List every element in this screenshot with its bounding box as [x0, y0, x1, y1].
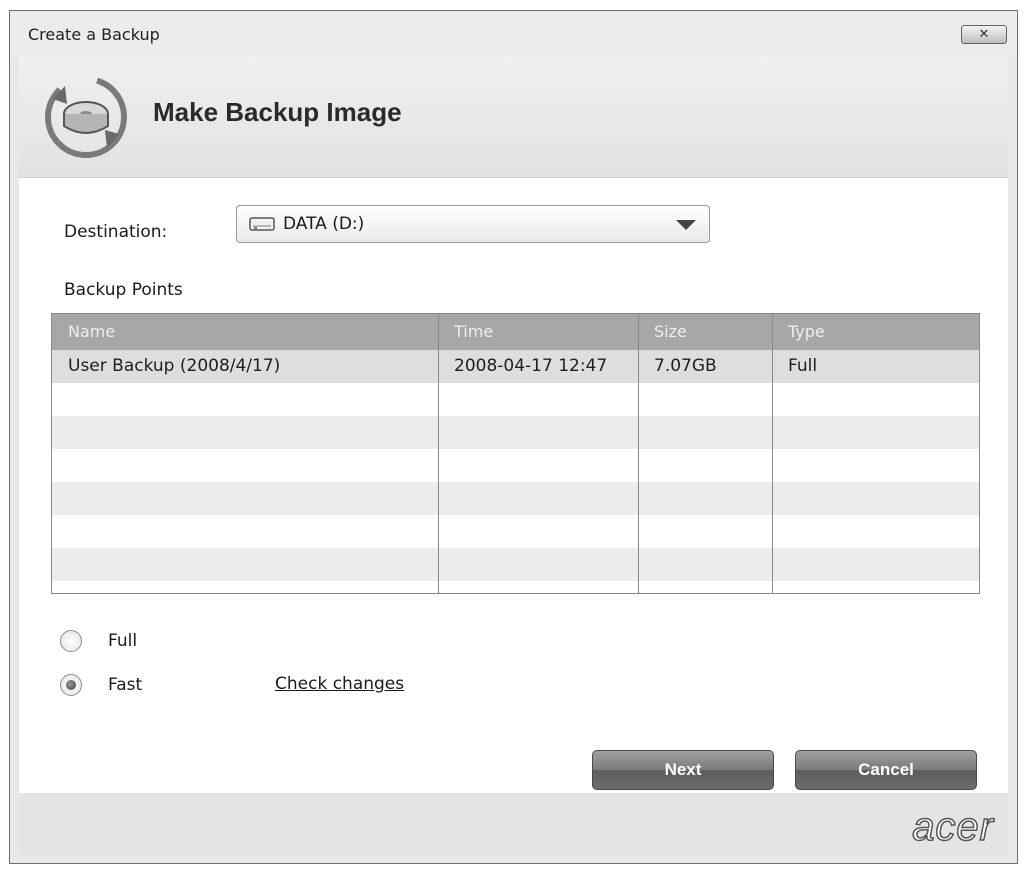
table-header: Name Time Size Type [52, 314, 979, 350]
destination-label: Destination: [64, 222, 168, 242]
empty-row [52, 548, 979, 581]
create-backup-window: Create a Backup ✕ Make Backup Image Dest… [9, 10, 1018, 864]
column-header-name[interactable]: Name [52, 314, 438, 350]
backup-points-table: Name Time Size Type User Backup (2008/4/… [51, 313, 980, 594]
header-band: Make Backup Image [19, 57, 1008, 177]
check-changes-link[interactable]: Check changes [275, 674, 404, 694]
cell-name: User Backup (2008/4/17) [68, 356, 281, 376]
empty-row [52, 482, 979, 515]
acer-logo: acer [911, 804, 994, 850]
empty-row [52, 515, 979, 548]
fast-radio-label: Fast [108, 675, 143, 695]
empty-row [52, 383, 979, 416]
full-radio[interactable] [60, 630, 82, 652]
chevron-down-icon[interactable] [676, 220, 696, 230]
backup-disk-icon [45, 76, 127, 158]
column-divider [438, 314, 439, 593]
cell-size: 7.07GB [654, 356, 717, 376]
title-bar: Create a Backup ✕ [10, 11, 1017, 57]
destination-select[interactable]: DATA (D:) [236, 205, 710, 243]
column-divider [772, 314, 773, 593]
empty-row [52, 449, 979, 482]
cell-time: 2008-04-17 12:47 [454, 356, 608, 376]
column-header-type[interactable]: Type [772, 314, 979, 350]
backup-points-label: Backup Points [64, 280, 183, 300]
cell-type: Full [788, 356, 818, 376]
column-header-time[interactable]: Time [438, 314, 638, 350]
column-header-size[interactable]: Size [638, 314, 772, 350]
destination-value: DATA (D:) [283, 214, 365, 234]
empty-row [52, 416, 979, 449]
footer: acer [19, 793, 1008, 855]
radio-selected-dot [66, 680, 76, 690]
full-radio-label: Full [108, 631, 138, 651]
next-button[interactable]: Next [592, 750, 774, 790]
drive-icon [249, 217, 275, 231]
close-button[interactable]: ✕ [961, 25, 1007, 44]
cancel-button[interactable]: Cancel [795, 750, 977, 790]
fast-radio[interactable] [60, 674, 82, 696]
column-divider [638, 314, 639, 593]
table-row[interactable]: User Backup (2008/4/17) 2008-04-17 12:47… [52, 350, 979, 383]
window-title: Create a Backup [28, 25, 160, 44]
content-panel: Destination: DATA (D:) Backup Points Nam… [19, 177, 1008, 795]
page-title: Make Backup Image [153, 97, 402, 127]
